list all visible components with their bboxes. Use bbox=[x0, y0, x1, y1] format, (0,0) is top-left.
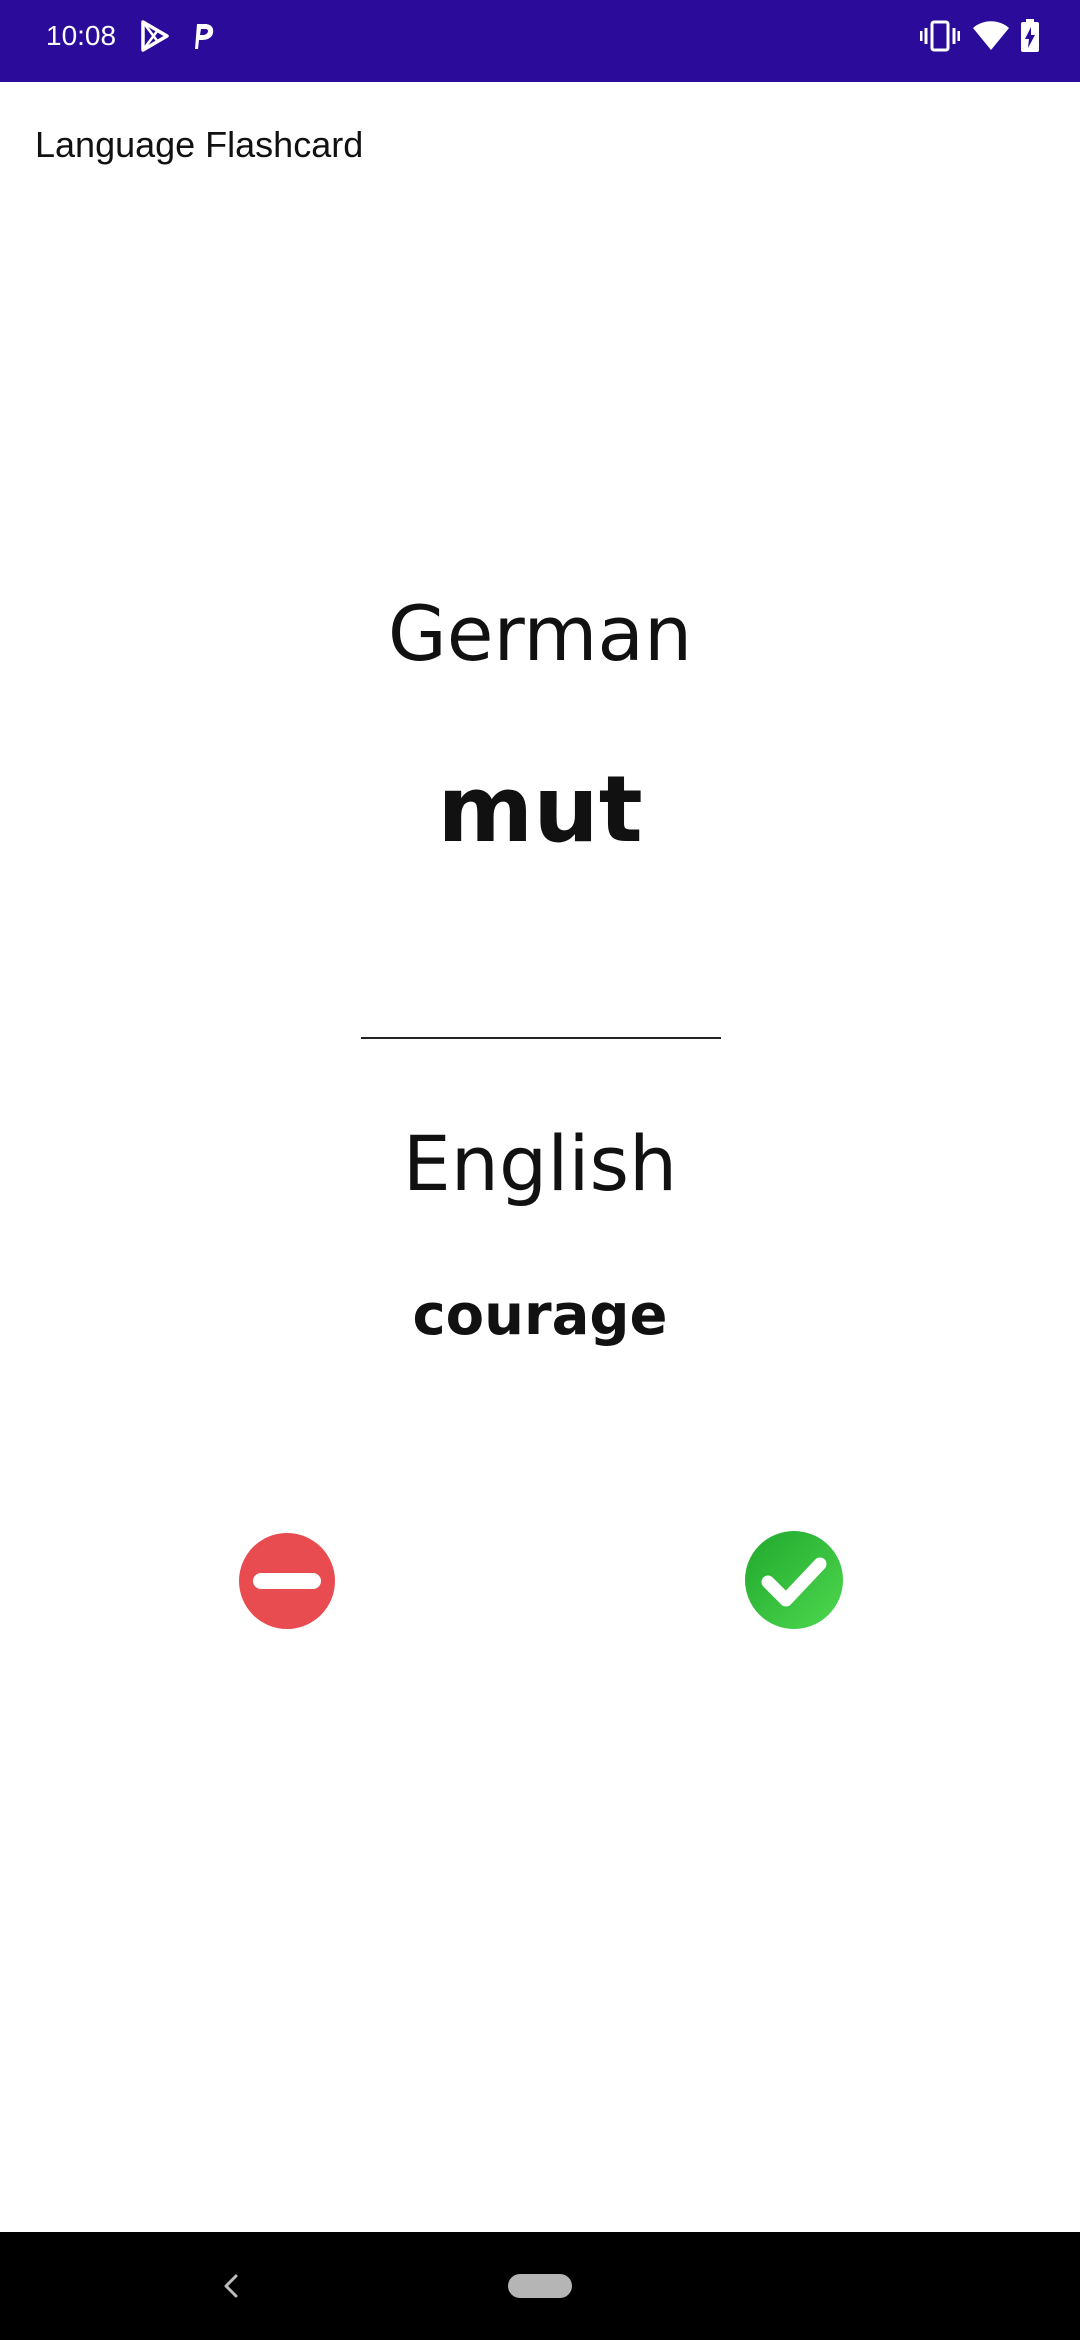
target-language-label: English bbox=[402, 1119, 678, 1208]
check-circle-icon bbox=[745, 1531, 843, 1629]
back-icon[interactable] bbox=[218, 2268, 242, 2304]
minus-circle-icon bbox=[239, 1533, 335, 1629]
card-divider bbox=[361, 1037, 721, 1039]
source-language-label: German bbox=[387, 589, 693, 678]
wrong-answer-button[interactable] bbox=[237, 1531, 337, 1631]
home-pill-icon[interactable] bbox=[508, 2274, 572, 2298]
vibrate-icon bbox=[919, 18, 961, 54]
battery-charging-icon bbox=[1020, 18, 1040, 54]
app-screen: 10:08 Language Flashcard German mut Engl… bbox=[0, 0, 1080, 2340]
parking-p-icon bbox=[190, 18, 216, 54]
wifi-icon bbox=[972, 18, 1010, 54]
source-word: mut bbox=[437, 756, 643, 863]
play-store-icon bbox=[138, 18, 172, 54]
right-answer-button[interactable] bbox=[744, 1530, 844, 1630]
target-word: courage bbox=[412, 1283, 668, 1348]
app-title: Language Flashcard bbox=[35, 124, 364, 165]
status-bar: 10:08 bbox=[0, 0, 1080, 82]
status-time: 10:08 bbox=[46, 20, 117, 51]
